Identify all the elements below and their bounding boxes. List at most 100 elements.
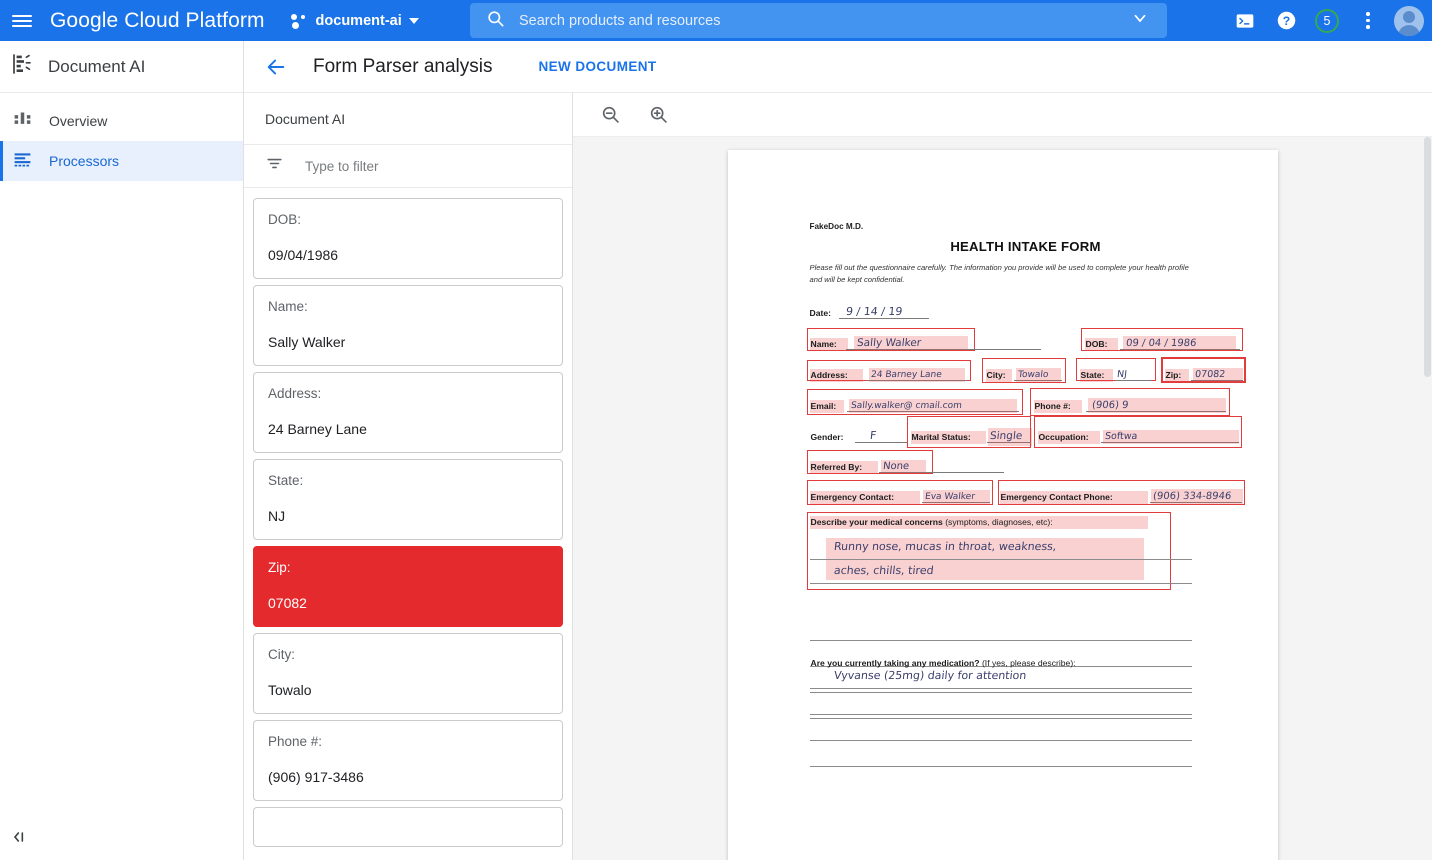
sidebar-item-label: Overview xyxy=(49,113,107,129)
sidebar-item-label: Processors xyxy=(49,153,119,169)
rule xyxy=(810,766,1192,767)
rule xyxy=(810,740,1192,741)
sidebar-item-processors[interactable]: Processors xyxy=(0,141,243,181)
form-row-address: Address: 24 Barney Lane City: xyxy=(810,362,1242,384)
document-ai-icon xyxy=(10,52,34,81)
question-bold: Are you currently taking any medication? xyxy=(811,658,980,668)
viewer-canvas[interactable]: FakeDoc M.D. HEALTH INTAKE FORM Please f… xyxy=(573,137,1432,860)
account-avatar[interactable] xyxy=(1394,6,1424,36)
handwriting-occupation: Softwa xyxy=(1104,431,1138,442)
rule xyxy=(810,688,1192,689)
field-label-email: Email: xyxy=(811,401,837,411)
entities-pane: Document AI DOB: 09/04/1986 xyxy=(244,93,573,860)
field-card-phone[interactable]: Phone #: (906) 917-3486 xyxy=(253,720,563,801)
field-key: Name: xyxy=(268,299,548,314)
question-normal: (If yes, please describe): xyxy=(980,658,1076,668)
panes: Document AI DOB: 09/04/1986 xyxy=(244,93,1432,860)
field-key: State: xyxy=(268,473,548,488)
field-value: 24 Barney Lane xyxy=(268,421,548,437)
new-document-button[interactable]: NEW DOCUMENT xyxy=(539,59,657,74)
filter-input[interactable] xyxy=(305,159,525,174)
rule xyxy=(810,714,1192,715)
question-label: Describe your medical concerns (symptoms… xyxy=(811,517,1053,527)
handwriting-address: 24 Barney Lane xyxy=(870,370,942,380)
field-card-list: DOB: 09/04/1986 Name: Sally Walker Addre… xyxy=(244,188,572,860)
handwriting-city: Towalo xyxy=(1017,370,1048,380)
handwriting-medical-2: aches, chills, tired xyxy=(833,564,934,577)
zoom-out-icon[interactable] xyxy=(595,100,625,130)
back-arrow-icon[interactable] xyxy=(261,52,291,82)
field-card-dob[interactable]: DOB: 09/04/1986 xyxy=(253,198,563,279)
field-value: NJ xyxy=(268,508,548,524)
field-card-zip[interactable]: Zip: 07082 xyxy=(253,546,563,627)
form-row-gender: Gender: F Marital Status: Single xyxy=(810,424,1242,446)
form-row-email-phone: Email: Sally.walker@ cmail.com Phone #: xyxy=(810,393,1242,415)
chevron-down-icon[interactable] xyxy=(1131,9,1149,32)
field-key: City: xyxy=(268,647,548,662)
rule xyxy=(855,442,907,443)
zoom-in-icon[interactable] xyxy=(643,100,673,130)
field-key: Address: xyxy=(268,386,548,401)
cloud-shell-icon[interactable] xyxy=(1226,2,1264,40)
handwriting-medication: Vyvanse (25mg) daily for attention xyxy=(833,669,1027,682)
handwriting-phone: (906) 9 xyxy=(1091,400,1129,411)
viewer-scrollbar[interactable] xyxy=(1424,137,1431,377)
rule xyxy=(810,583,1192,584)
field-key: DOB: xyxy=(268,212,548,227)
field-label-gender: Gender: xyxy=(811,432,844,442)
field-label-marital: Marital Status: xyxy=(912,432,971,442)
handwriting-medical-1: Runny nose, mucas in throat, weakness, xyxy=(833,540,1057,553)
project-selector[interactable]: document-ai xyxy=(291,13,419,29)
clinic-name: FakeDoc M.D. xyxy=(810,222,1242,231)
handwriting-date: 9 / 14 / 19 xyxy=(845,305,903,318)
form-row-name-dob: Name: Sally Walker DOB: xyxy=(810,331,1242,353)
handwriting-state: NJ xyxy=(1116,369,1127,380)
field-label-address: Address: xyxy=(811,370,848,380)
form-row-date: Date: 9 / 14 / 19 xyxy=(810,300,1242,322)
field-label-emergency-contact: Emergency Contact: xyxy=(811,492,895,502)
help-icon[interactable]: ? xyxy=(1267,2,1305,40)
rule xyxy=(810,640,1192,641)
global-search-bar[interactable] xyxy=(470,3,1167,38)
handwriting-dob: 09 / 04 / 1986 xyxy=(1125,338,1197,349)
field-label-phone: Phone #: xyxy=(1035,401,1071,411)
field-label-state: State: xyxy=(1081,370,1105,380)
rule xyxy=(810,559,1192,560)
search-icon xyxy=(486,9,505,33)
kebab-menu-icon[interactable] xyxy=(1349,2,1387,40)
form-content: FakeDoc M.D. HEALTH INTAKE FORM Please f… xyxy=(810,222,1242,718)
field-card-partial[interactable] xyxy=(253,807,563,847)
product-header: Document AI xyxy=(0,41,243,93)
page-title: Form Parser analysis xyxy=(313,56,493,78)
handwriting-referred: None xyxy=(882,461,909,472)
top-app-bar: Google Cloud Platform document-ai xyxy=(0,0,1432,41)
app-body: Document AI Overview xyxy=(0,41,1432,860)
document-page[interactable]: FakeDoc M.D. HEALTH INTAKE FORM Please f… xyxy=(728,150,1278,860)
field-label-city: City: xyxy=(987,370,1006,380)
field-value: Sally Walker xyxy=(268,334,548,350)
left-navigation: Document AI Overview xyxy=(0,41,244,860)
collapse-nav-icon[interactable] xyxy=(10,829,28,850)
field-label-referred: Referred By: xyxy=(811,462,863,472)
field-card-address[interactable]: Address: 24 Barney Lane xyxy=(253,372,563,453)
notifications-button[interactable]: 5 xyxy=(1308,2,1346,40)
scanned-form: FakeDoc M.D. HEALTH INTAKE FORM Please f… xyxy=(728,150,1278,860)
entities-pane-title: Document AI xyxy=(244,93,572,145)
field-card-state[interactable]: State: NJ xyxy=(253,459,563,540)
search-input[interactable] xyxy=(519,13,1131,29)
field-label-date: Date: xyxy=(810,308,832,318)
svg-text:?: ? xyxy=(1282,14,1289,28)
handwriting-marital: Single xyxy=(989,430,1023,442)
field-card-name[interactable]: Name: Sally Walker xyxy=(253,285,563,366)
content-area: Form Parser analysis NEW DOCUMENT Docume… xyxy=(244,41,1432,860)
field-value: Towalo xyxy=(268,682,548,698)
project-name: document-ai xyxy=(316,13,402,29)
product-title: Document AI xyxy=(48,57,145,77)
handwriting-name: Sally Walker xyxy=(856,337,921,349)
field-card-city[interactable]: City: Towalo xyxy=(253,633,563,714)
form-row-referred: Referred By: None xyxy=(810,454,1242,476)
sidebar-item-overview[interactable]: Overview xyxy=(0,101,243,141)
avatar-body xyxy=(1398,25,1420,36)
filter-row[interactable] xyxy=(244,145,572,188)
hamburger-icon[interactable] xyxy=(0,12,44,30)
